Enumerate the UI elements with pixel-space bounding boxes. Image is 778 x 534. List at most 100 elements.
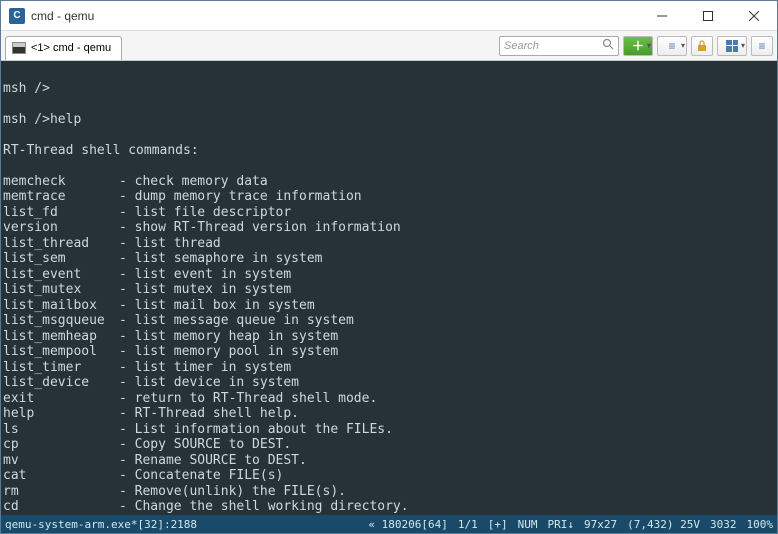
command-row: rm- Remove(unlink) the FILE(s). bbox=[3, 484, 775, 500]
command-desc: - list event in system bbox=[119, 267, 291, 283]
command-name: ls bbox=[3, 422, 119, 438]
command-desc: - Change the shell working directory. bbox=[119, 499, 409, 515]
command-name: version bbox=[3, 220, 119, 236]
command-name: list_mutex bbox=[3, 282, 119, 298]
command-name: list_sem bbox=[3, 251, 119, 267]
command-row: memtrace- dump memory trace information bbox=[3, 189, 775, 205]
command-desc: - Concatenate FILE(s) bbox=[119, 468, 283, 484]
status-encoding: « 180206[64] bbox=[368, 518, 447, 531]
command-desc: - list mail box in system bbox=[119, 298, 315, 314]
command-row: list_memheap- list memory heap in system bbox=[3, 329, 775, 345]
statusbar: qemu-system-arm.exe*[32]:2188 « 180206[6… bbox=[1, 515, 777, 533]
command-desc: - list file descriptor bbox=[119, 205, 291, 221]
command-desc: - check memory data bbox=[119, 174, 268, 190]
hamburger-button[interactable]: ≡ bbox=[751, 36, 773, 56]
command-row: list_mailbox- list mail box in system bbox=[3, 298, 775, 314]
window-title: cmd - qemu bbox=[31, 9, 639, 23]
status-priority: PRI↓ bbox=[548, 518, 575, 531]
command-name: list_mailbox bbox=[3, 298, 119, 314]
command-row: list_device- list device in system bbox=[3, 375, 775, 391]
status-size: 97x27 bbox=[584, 518, 617, 531]
command-desc: - dump memory trace information bbox=[119, 189, 362, 205]
command-desc: - list semaphore in system bbox=[119, 251, 323, 267]
command-name: mv bbox=[3, 453, 119, 469]
command-row: list_timer- list timer in system bbox=[3, 360, 775, 376]
command-row: list_mempool- list memory pool in system bbox=[3, 344, 775, 360]
command-list: memcheck- check memory datamemtrace- dum… bbox=[3, 174, 775, 516]
grid-icon bbox=[726, 40, 738, 52]
command-row: cat- Concatenate FILE(s) bbox=[3, 468, 775, 484]
status-tabcount: 1/1 bbox=[458, 518, 478, 531]
command-name: help bbox=[3, 406, 119, 422]
status-zoom: 100% bbox=[747, 518, 774, 531]
command-name: cp bbox=[3, 437, 119, 453]
command-desc: - list memory pool in system bbox=[119, 344, 338, 360]
command-name: list_timer bbox=[3, 360, 119, 376]
toolbar-right: ＋ ≡ ≡ bbox=[499, 36, 773, 56]
command-name: cd bbox=[3, 499, 119, 515]
minimize-button[interactable] bbox=[639, 1, 685, 31]
command-row: ls- List information about the FILEs. bbox=[3, 422, 775, 438]
layout-button[interactable] bbox=[717, 36, 747, 56]
command-row: version- show RT-Thread version informat… bbox=[3, 220, 775, 236]
command-name: list_mempool bbox=[3, 344, 119, 360]
app-icon: C bbox=[9, 8, 25, 24]
close-button[interactable] bbox=[731, 1, 777, 31]
command-desc: - list thread bbox=[119, 236, 221, 252]
command-desc: - List information about the FILEs. bbox=[119, 422, 393, 438]
titlebar: C cmd - qemu bbox=[1, 1, 777, 31]
command-row: list_event- list event in system bbox=[3, 267, 775, 283]
prompt-line: msh /> bbox=[3, 81, 775, 97]
command-name: list_event bbox=[3, 267, 119, 283]
menu-button[interactable]: ≡ bbox=[657, 36, 687, 56]
command-desc: - list memory heap in system bbox=[119, 329, 338, 345]
window-controls bbox=[639, 1, 777, 31]
command-desc: - RT-Thread shell help. bbox=[119, 406, 299, 422]
command-row: exit- return to RT-Thread shell mode. bbox=[3, 391, 775, 407]
command-row: memcheck- check memory data bbox=[3, 174, 775, 190]
command-row: list_thread- list thread bbox=[3, 236, 775, 252]
maximize-button[interactable] bbox=[685, 1, 731, 31]
status-numlock: NUM bbox=[518, 518, 538, 531]
status-process: qemu-system-arm.exe*[32]:2188 bbox=[5, 518, 197, 531]
command-name: memcheck bbox=[3, 174, 119, 190]
command-name: list_thread bbox=[3, 236, 119, 252]
command-desc: - show RT-Thread version information bbox=[119, 220, 401, 236]
command-row: cd- Change the shell working directory. bbox=[3, 499, 775, 515]
command-desc: - list device in system bbox=[119, 375, 299, 391]
new-tab-button[interactable]: ＋ bbox=[623, 36, 653, 56]
command-name: memtrace bbox=[3, 189, 119, 205]
command-name: list_msgqueue bbox=[3, 313, 119, 329]
search-icon[interactable] bbox=[602, 38, 614, 53]
console-icon bbox=[12, 42, 26, 54]
command-row: cp- Copy SOURCE to DEST. bbox=[3, 437, 775, 453]
command-desc: - list message queue in system bbox=[119, 313, 354, 329]
terminal-output[interactable]: msh /> msh />help RT-Thread shell comman… bbox=[1, 61, 777, 515]
lock-button[interactable] bbox=[691, 36, 713, 56]
tab-label: <1> cmd - qemu bbox=[31, 42, 111, 54]
command-row: mv- Rename SOURCE to DEST. bbox=[3, 453, 775, 469]
search-box[interactable] bbox=[499, 36, 619, 56]
command-name: rm bbox=[3, 484, 119, 500]
toolbar: <1> cmd - qemu ＋ ≡ ≡ bbox=[1, 31, 777, 61]
command-desc: - Remove(unlink) the FILE(s). bbox=[119, 484, 346, 500]
status-pid: 3032 bbox=[710, 518, 737, 531]
command-name: exit bbox=[3, 391, 119, 407]
prompt-line: msh />help bbox=[3, 112, 775, 128]
command-name: list_memheap bbox=[3, 329, 119, 345]
command-desc: - Copy SOURCE to DEST. bbox=[119, 437, 291, 453]
terminal-tab[interactable]: <1> cmd - qemu bbox=[5, 36, 122, 60]
command-desc: - list timer in system bbox=[119, 360, 291, 376]
command-row: help- RT-Thread shell help. bbox=[3, 406, 775, 422]
command-row: list_msgqueue- list message queue in sys… bbox=[3, 313, 775, 329]
command-row: list_sem- list semaphore in system bbox=[3, 251, 775, 267]
command-name: list_fd bbox=[3, 205, 119, 221]
command-name: cat bbox=[3, 468, 119, 484]
command-desc: - list mutex in system bbox=[119, 282, 291, 298]
search-input[interactable] bbox=[504, 40, 602, 52]
status-flag: [+] bbox=[488, 518, 508, 531]
command-desc: - Rename SOURCE to DEST. bbox=[119, 453, 307, 469]
commands-header: RT-Thread shell commands: bbox=[3, 143, 775, 159]
command-row: list_fd- list file descriptor bbox=[3, 205, 775, 221]
command-row: list_mutex- list mutex in system bbox=[3, 282, 775, 298]
